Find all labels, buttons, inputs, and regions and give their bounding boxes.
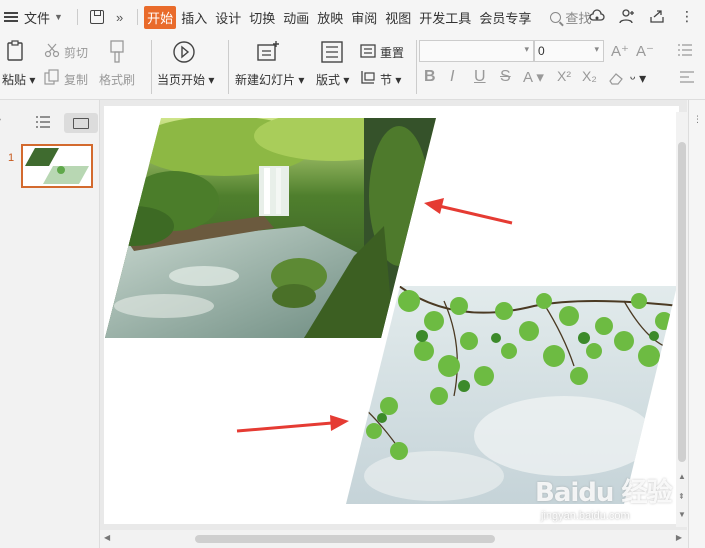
divider [137,9,139,25]
tab-review[interactable]: 审阅 [348,6,380,29]
thumbnail-preview [25,148,89,184]
italic-icon[interactable]: I [450,68,454,86]
slide-view-tab[interactable] [64,113,98,133]
layout-icon[interactable] [321,41,343,63]
bullet-list-icon[interactable] [678,44,692,56]
forest-waterfall-image[interactable] [104,111,444,340]
search-label: 查找 [565,10,592,26]
cut-button[interactable]: 剪切 [64,44,88,61]
strikethrough-icon[interactable]: S [500,68,511,86]
divider [76,9,78,25]
hamburger-menu-icon[interactable] [4,12,18,22]
divider [151,40,152,94]
arrow-pointing-top-image [424,198,513,225]
baidu-jingyan-watermark: Baidu 经验 jingyan.baidu.com [535,472,695,532]
vertical-scroll-thumb[interactable] [678,142,686,462]
tab-developer[interactable]: 开发工具 [416,6,474,29]
slide-thumbnail[interactable] [21,144,93,188]
watermark-brand: Baidu 经验 [535,478,672,508]
scroll-left-icon[interactable]: ◀ [104,533,110,542]
search-icon [550,11,562,23]
outline-view-icon[interactable] [36,116,50,128]
chevron-down-icon: ▾ [524,44,529,54]
section-button[interactable]: 节 ▾ [380,71,401,88]
tab-view[interactable]: 视图 [382,6,414,29]
align-left-icon[interactable] [680,71,694,83]
format-painter-icon[interactable] [107,40,127,64]
underline-icon[interactable]: U [474,68,486,86]
collapse-panel-icon[interactable]: › [0,114,1,125]
phonetic-guide-icon[interactable]: ᵕ ▾ [630,70,646,87]
file-menu[interactable]: 文件 [24,8,50,27]
section-icon[interactable] [360,69,376,85]
tab-design[interactable]: 设计 [212,6,244,29]
add-user-icon[interactable] [619,8,635,24]
tab-home[interactable]: 开始 [144,5,177,29]
format-painter-button[interactable]: 格式刷 [99,71,135,88]
scroll-right-icon[interactable]: ▶ [676,533,682,542]
scissors-icon[interactable] [44,42,60,58]
reset-button[interactable]: 重置 [380,44,404,61]
play-from-current-icon[interactable] [172,40,196,64]
slide-view-icon [73,118,89,129]
superscript-icon[interactable]: X² [557,68,571,84]
panel-toggle-icon[interactable]: ⋮ [693,114,702,125]
menu-bar: 文件 ▼ » 开始 插入 设计 切换 动画 放映 审阅 视图 开发工具 会员专享… [0,0,705,34]
horizontal-scroll-thumb[interactable] [195,535,495,543]
copy-icon[interactable] [44,69,60,85]
share-icon[interactable] [649,8,665,24]
horizontal-scrollbar[interactable]: ◀ ▶ [100,530,688,548]
reset-icon[interactable] [360,43,376,59]
save-icon[interactable] [89,10,104,24]
more-options-icon[interactable]: ⋮ [679,8,695,24]
arrow-pointing-bottom-image [236,415,349,433]
from-current-button[interactable]: 当页开始 ▾ [157,71,214,88]
chevron-down-icon: ▾ [594,44,599,54]
font-name-select[interactable]: ▾ [419,40,534,62]
watermark-url: jingyan.baidu.com [541,510,630,522]
paste-icon[interactable] [6,40,26,62]
layout-button[interactable]: 版式 ▾ [316,71,349,88]
divider [416,40,417,94]
ribbon-toolbar: 粘贴 ▾ 剪切 复制 格式刷 当页开始 ▾ 新建幻灯片 ▾ 版式 ▾ 重置 节 … [0,34,705,100]
slide-editing-area [100,100,687,530]
decrease-font-icon[interactable]: A⁻ [636,42,654,60]
increase-font-icon[interactable]: A⁺ [611,42,629,60]
eraser-icon[interactable] [608,71,624,85]
tab-animation[interactable]: 动画 [280,6,312,29]
more-icon[interactable]: » [116,10,123,25]
copy-button[interactable]: 复制 [64,71,88,88]
slide-number: 1 [8,152,15,164]
paste-button[interactable]: 粘贴 ▾ [2,71,35,88]
divider [228,40,229,94]
slide-thumbnail-panel: › 1 [0,100,100,548]
new-slide-icon[interactable] [256,40,280,64]
search-box[interactable]: 查找 [550,8,591,27]
chevron-down-icon[interactable]: ▼ [54,12,63,22]
font-size-select[interactable]: 0 ▾ [534,40,604,62]
vertical-scrollbar[interactable]: ▲ ⇞ ▼ [676,112,688,527]
slide-content [104,111,677,504]
cloud-sync-icon[interactable] [589,8,605,24]
new-slide-button[interactable]: 新建幻灯片 ▾ [235,71,304,88]
bold-icon[interactable]: B [424,68,436,86]
font-color-icon[interactable]: A ▾ [523,68,544,86]
tab-slideshow[interactable]: 放映 [314,6,346,29]
tab-insert[interactable]: 插入 [178,6,210,29]
tab-transition[interactable]: 切换 [246,6,278,29]
tab-member[interactable]: 会员专享 [476,6,534,29]
slide-canvas[interactable] [104,106,679,524]
subscript-icon[interactable]: X₂ [582,68,597,84]
